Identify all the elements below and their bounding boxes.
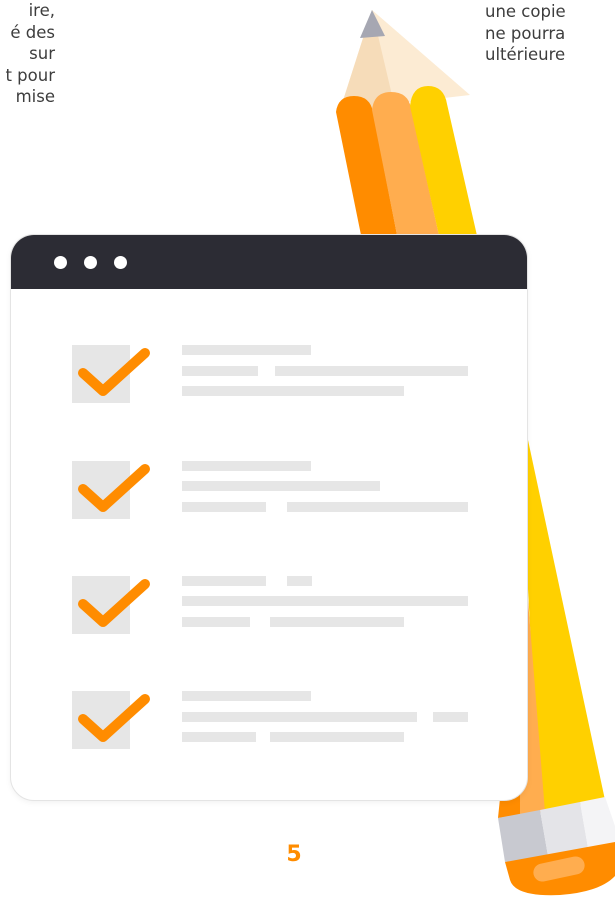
text-placeholder-line (182, 576, 266, 586)
pencil-tip (340, 10, 470, 110)
text-placeholder-line (182, 596, 468, 606)
text-placeholder-line (182, 502, 266, 512)
window-dot-icon (84, 256, 97, 269)
text-placeholder-line (287, 502, 468, 512)
checklist-item (11, 576, 527, 636)
text-placeholder-line (287, 576, 312, 586)
pencil-body-top (336, 86, 478, 240)
window-dot-icon (54, 256, 67, 269)
text-placeholder-line (182, 366, 258, 376)
text-placeholder-line (182, 691, 311, 701)
checkmark-icon (78, 464, 150, 512)
window-dot-icon (114, 256, 127, 269)
text-placeholder-line (182, 386, 404, 396)
text-placeholder-line (270, 732, 404, 742)
text-placeholder-line (182, 461, 311, 471)
text-placeholder-line (182, 481, 380, 491)
text-placeholder-line (182, 712, 417, 722)
window-title-bar (11, 235, 527, 289)
text-placeholder-line (275, 366, 468, 376)
text-placeholder-line (270, 617, 404, 627)
text-placeholder-line (433, 712, 468, 722)
page-number: 5 (286, 842, 302, 867)
checklist-window (10, 234, 528, 801)
text-placeholder-line (182, 617, 250, 627)
checkmark-icon (78, 348, 150, 396)
checkmark-icon (78, 579, 150, 627)
checkmark-icon (78, 694, 150, 742)
text-placeholder-line (182, 732, 256, 742)
text-placeholder-line (182, 345, 311, 355)
checklist-item (11, 691, 527, 751)
checklist-item (11, 461, 527, 521)
checklist-item (11, 345, 527, 405)
